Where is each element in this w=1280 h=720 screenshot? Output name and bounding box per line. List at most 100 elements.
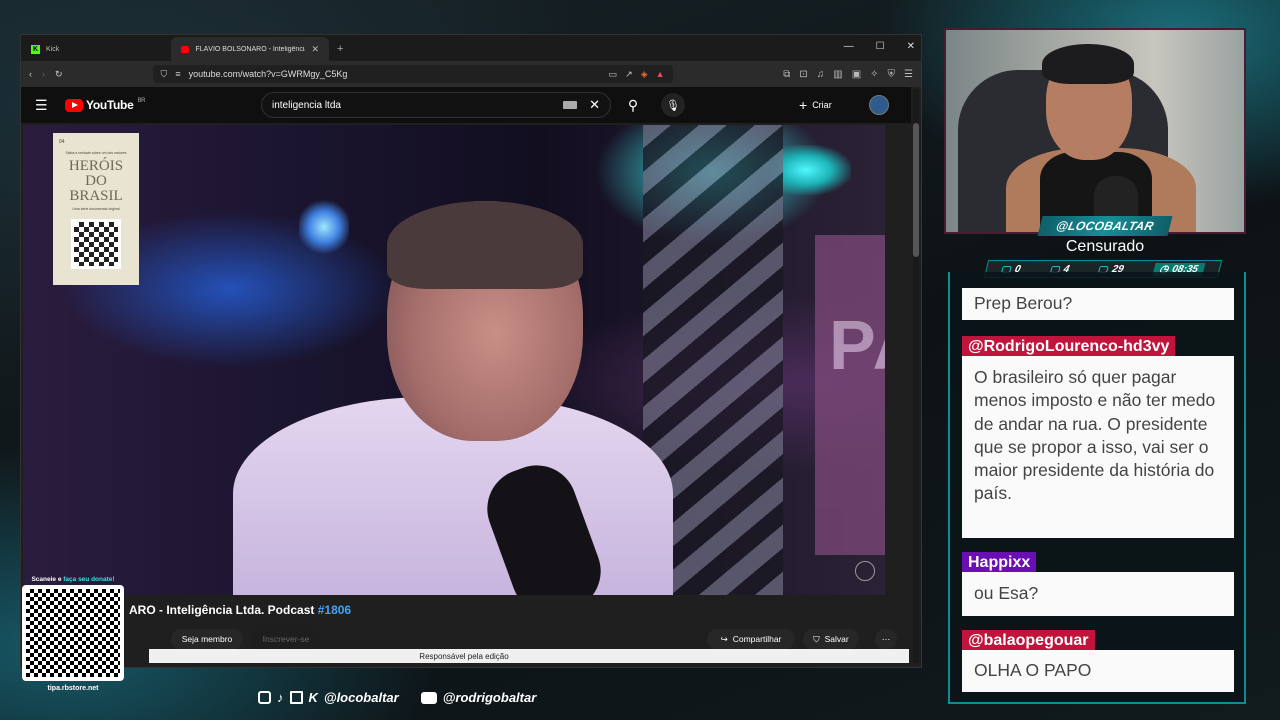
donate-qr-code [22,585,124,681]
chat-message-text: O brasileiro só quer pagar menos imposto… [974,367,1216,504]
tab-label: FLÁVIO BOLSONARO - Inteligência Ltd. [195,45,306,53]
keyboard-icon[interactable] [563,101,578,109]
cast-icon[interactable]: ▭ [609,69,618,80]
sign-text: PA [829,306,885,384]
browser-window: K Kick FLÁVIO BOLSONARO - Inteligência L… [20,34,922,668]
chat-message: Prep Berou? [962,288,1234,320]
video-player[interactable]: PA 04 Saiba a verdade sobre um dos maior… [23,125,885,595]
video-title: ARO - Inteligência Ltda. Podcast #1806 [129,603,351,617]
chat-message-text: Prep Berou? [974,293,1073,314]
subscribe-button[interactable]: Inscrever-se [251,629,321,649]
qr-label-prefix: Scaneie e [31,576,64,583]
site-info-icon[interactable]: ≡ [175,69,180,79]
youtube-logo[interactable]: YouTube BR [65,98,145,112]
promo-subtitle: Uma série documental original [72,207,120,211]
chat-message: ou Esa? [962,572,1234,616]
social-handle-youtube: @rodrigobaltar [442,690,537,705]
youtube-wordmark: YouTube [86,98,134,112]
video-actions: Seja membro Inscrever-se ↪ Compartilhar ⛉… [21,629,911,651]
more-actions-button[interactable]: ⋯ [875,629,897,649]
hashtag-link[interactable]: #1806 [318,603,351,617]
qr-label-highlight: faça seu donate! [63,576,115,583]
promo-tagline: Saiba a verdade sobre um dos maiores [65,151,127,155]
create-button[interactable]: + Criar [799,93,832,117]
stream-status: Censurado [1065,238,1145,255]
tab-youtube[interactable]: FLÁVIO BOLSONARO - Inteligência Ltd. ✕ [171,37,329,61]
account-avatar[interactable] [869,95,889,115]
bookmark-icon[interactable]: ⛉ [161,69,168,80]
video-title-text: ARO - Inteligência Ltda. Podcast [129,603,315,617]
search-button[interactable]: ⚲ [613,92,653,118]
social-handle-primary: @locobaltar [323,690,399,705]
minimize-icon[interactable]: — [844,41,854,52]
share-page-icon[interactable]: ↗ [625,69,633,80]
editor-credit: Responsável pela edição [419,651,509,661]
social-links: ♪ K @locobaltar @rodrigobaltar [258,690,536,705]
reload-icon[interactable]: ↻ [55,69,63,80]
save-label: Salvar [824,634,849,644]
chat-message-text: ou Esa? [974,583,1039,604]
brave-shield-icon[interactable]: ◈ [641,69,648,80]
forward-icon[interactable]: › [42,69,45,79]
stop-sign: PA [815,235,885,555]
rewards-icon[interactable]: ▲ [656,69,665,79]
tab-kick[interactable]: K Kick [21,37,171,61]
clear-search-icon[interactable]: ✕ [589,97,600,113]
chat-message: OLHA O PAPO [962,650,1234,692]
scrollbar-thumb[interactable] [913,123,919,257]
vpn-icon[interactable]: ⛨ [888,69,896,80]
promo-title: HERÓIS DO BRASIL [68,158,124,204]
plus-icon: + [799,97,808,113]
chat-panel: Prep Berou? @RodrigoLourenco-hd3vy O bra… [948,272,1246,704]
join-button[interactable]: Seja membro [171,629,243,649]
maximize-icon[interactable]: ☐ [876,41,885,52]
screenshot-icon[interactable]: ⊡ [799,69,807,80]
chat-username: Happixx [962,552,1037,574]
chat-username: @RodrigoLourenco-hd3vy [962,336,1176,358]
qr-pattern [26,589,120,677]
kick-logo-icon: K [308,690,318,705]
new-tab-button[interactable]: + [329,37,351,61]
bookmark-add-icon: ⛉ [813,633,820,644]
youtube-icon [420,691,437,704]
tab-label: Kick [46,45,60,53]
chat-message: O brasileiro só quer pagar menos imposto… [962,356,1234,538]
blue-lamp [299,197,349,257]
donate-qr-panel: Scaneie e faça seu donate! tipa.rbstore.… [18,576,128,704]
promo-card[interactable]: 04 Saiba a verdade sobre um dos maiores … [53,133,139,285]
region-code: BR [137,98,146,104]
sidebar-icon[interactable]: ▥ [833,69,842,80]
search-value: inteligencia ltda [272,99,341,111]
wallet-icon[interactable]: ▣ [852,69,861,80]
back-icon[interactable]: ‹ [29,69,32,79]
page-scrollbar[interactable] [913,89,919,663]
tiktok-icon: ♪ [277,690,284,705]
search-input[interactable]: inteligencia ltda ✕ [261,92,611,118]
extensions-icon[interactable]: ⧉ [783,69,790,80]
chat-message-text: OLHA O PAPO [974,660,1092,681]
close-window-icon[interactable]: ✕ [907,41,915,52]
address-bar: ‹ › ↻ ⛉ ≡ youtube.com/watch?v=GWRMgy_C5K… [21,61,921,87]
create-label: Criar [812,100,832,110]
share-label: Compartilhar [732,634,782,644]
guide-menu-icon[interactable]: ☰ [35,97,57,114]
microphone-icon: 🎙 [666,99,680,112]
streamer-handle: @LOCOBALTAR [1037,216,1173,236]
streamer-hair [1042,44,1134,84]
twitch-icon [289,691,303,704]
omnibox[interactable]: ⛉ ≡ youtube.com/watch?v=GWRMgy_C5Kg ▭ ↗ … [152,65,673,83]
chat-username: @balaopegouar [962,630,1095,652]
tab-bar: K Kick FLÁVIO BOLSONARO - Inteligência L… [21,35,921,61]
share-button[interactable]: ↪ Compartilhar [707,629,795,649]
channel-watermark-icon[interactable] [855,561,875,581]
close-tab-icon[interactable]: ✕ [311,44,319,55]
ai-icon[interactable]: ✧ [870,69,878,80]
save-button[interactable]: ⛉ Salvar [803,629,859,649]
subscribe-label: Inscrever-se [262,634,310,644]
share-icon: ↪ [720,633,728,644]
handle-text: @LOCOBALTAR [1054,219,1156,233]
music-icon[interactable]: ♫ [817,69,825,80]
menu-icon[interactable]: ☰ [904,69,913,80]
kick-icon: K [31,44,40,54]
voice-search-button[interactable]: 🎙 [661,93,685,117]
